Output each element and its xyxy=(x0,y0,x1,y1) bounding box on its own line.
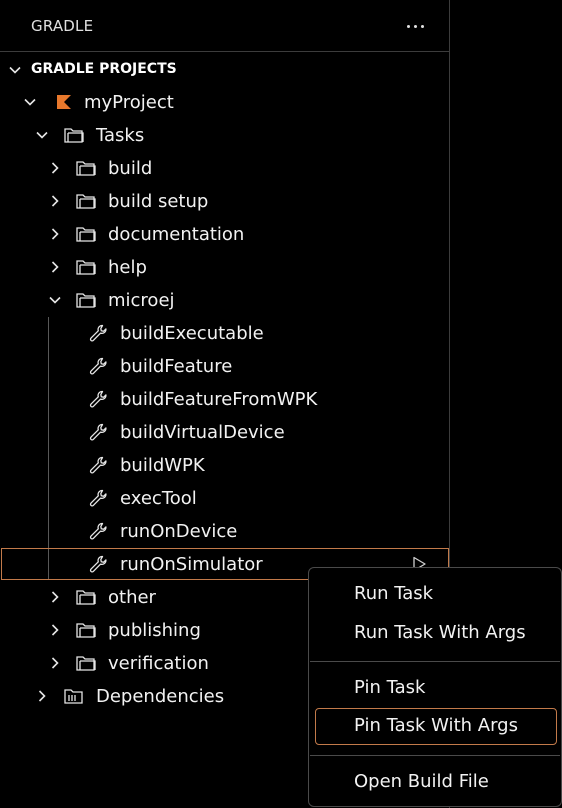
tree-label: help xyxy=(108,257,147,278)
menu-item-label: Run Task With Args xyxy=(354,622,526,643)
tree-item-task-runondevice[interactable]: runOnDevice xyxy=(1,515,449,547)
tree-item-build[interactable]: build xyxy=(1,152,449,184)
panel-header: GRADLE xyxy=(0,0,450,52)
folder-icon xyxy=(76,590,96,605)
menu-item-pin-task-with-args[interactable]: Pin Task With Args xyxy=(315,708,557,745)
folder-icon xyxy=(76,623,96,638)
chevron-right-icon xyxy=(51,228,59,240)
tree-label: microej xyxy=(108,290,175,311)
folder-icon xyxy=(76,656,96,671)
tree-label: buildFeature xyxy=(120,356,233,377)
chevron-right-icon xyxy=(51,591,59,603)
chevron-right-icon xyxy=(51,261,59,273)
tree-label: Tasks xyxy=(96,125,145,146)
tree-label: documentation xyxy=(108,224,245,245)
chevron-right-icon xyxy=(38,690,46,702)
tree-label: execTool xyxy=(120,488,197,509)
menu-item-label: Pin Task With Args xyxy=(354,715,518,736)
tree-label: verification xyxy=(108,653,209,674)
tree-label: runOnDevice xyxy=(120,521,238,542)
wrench-icon xyxy=(89,555,107,573)
tree-item-myproject[interactable]: myProject xyxy=(1,86,449,118)
menu-item-open-build-file[interactable]: Open Build File xyxy=(315,764,557,801)
kotlin-logo-icon xyxy=(57,95,71,109)
tree-item-tasks[interactable]: Tasks xyxy=(1,119,449,151)
context-menu: Run Task Run Task With Args Pin Task Pin… xyxy=(308,567,562,807)
wrench-icon xyxy=(89,423,107,441)
tree-label: runOnSimulator xyxy=(120,554,263,575)
panel-title: GRADLE xyxy=(31,17,94,35)
tree-label: publishing xyxy=(108,620,201,641)
menu-separator xyxy=(310,661,560,662)
tree-item-task-buildfeaturefromwpk[interactable]: buildFeatureFromWPK xyxy=(1,383,449,415)
tree-label: buildExecutable xyxy=(120,323,264,344)
folder-icon xyxy=(76,194,96,209)
tree-label: buildVirtualDevice xyxy=(120,422,285,443)
tree-item-build-setup[interactable]: build setup xyxy=(1,185,449,217)
tree-label: buildWPK xyxy=(120,455,205,476)
ellipsis-icon[interactable] xyxy=(400,13,430,39)
tree-item-help[interactable]: help xyxy=(1,251,449,283)
tree-item-task-buildwpk[interactable]: buildWPK xyxy=(1,449,449,481)
library-icon xyxy=(64,689,83,704)
menu-item-run-task[interactable]: Run Task xyxy=(315,576,557,613)
section-gradle-projects[interactable]: GRADLE PROJECTS xyxy=(0,56,450,84)
chevron-down-icon xyxy=(49,296,61,304)
folder-icon xyxy=(76,260,96,275)
menu-item-run-task-with-args[interactable]: Run Task With Args xyxy=(315,615,557,652)
tree-item-task-buildfeature[interactable]: buildFeature xyxy=(1,350,449,382)
folder-icon xyxy=(76,161,96,176)
tree-item-microej[interactable]: microej xyxy=(1,284,449,316)
section-title: GRADLE PROJECTS xyxy=(31,61,177,77)
tree-label: build xyxy=(108,158,153,179)
chevron-down-icon xyxy=(24,98,36,106)
wrench-icon xyxy=(89,456,107,474)
tree-item-task-buildvirtualdevice[interactable]: buildVirtualDevice xyxy=(1,416,449,448)
tree-item-documentation[interactable]: documentation xyxy=(1,218,449,250)
wrench-icon xyxy=(89,324,107,342)
wrench-icon xyxy=(89,357,107,375)
folder-icon xyxy=(76,227,96,242)
tree-label: buildFeatureFromWPK xyxy=(120,389,318,410)
wrench-icon xyxy=(89,390,107,408)
chevron-right-icon xyxy=(51,624,59,636)
tree-item-task-buildexecutable[interactable]: buildExecutable xyxy=(1,317,449,349)
menu-item-label: Pin Task xyxy=(354,677,426,698)
wrench-icon xyxy=(89,522,107,540)
wrench-icon xyxy=(89,489,107,507)
menu-item-label: Run Task xyxy=(354,583,434,604)
tree-label: Dependencies xyxy=(96,686,225,707)
chevron-right-icon xyxy=(51,162,59,174)
tree-label: other xyxy=(108,587,156,608)
chevron-right-icon xyxy=(51,195,59,207)
menu-item-label: Open Build File xyxy=(354,771,489,792)
menu-item-pin-task[interactable]: Pin Task xyxy=(315,670,557,707)
tree-item-task-exectool[interactable]: execTool xyxy=(1,482,449,514)
chevron-down-icon xyxy=(9,66,21,74)
folder-icon xyxy=(64,128,84,143)
menu-separator xyxy=(310,755,560,756)
folder-icon xyxy=(76,293,96,308)
chevron-right-icon xyxy=(51,657,59,669)
chevron-down-icon xyxy=(36,131,48,139)
tree-label: myProject xyxy=(84,92,174,113)
tree-label: build setup xyxy=(108,191,209,212)
